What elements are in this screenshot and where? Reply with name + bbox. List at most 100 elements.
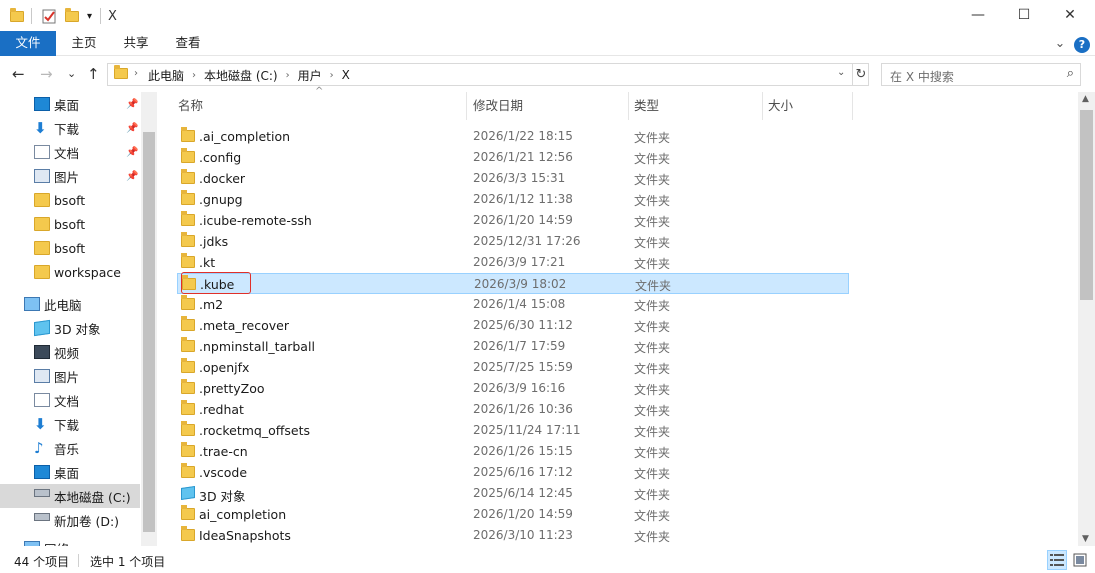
- minimize-button[interactable]: —: [955, 0, 1001, 30]
- file-date: 2025/6/14 12:45: [473, 486, 573, 500]
- file-name: .npminstall_tarball: [199, 339, 315, 354]
- folder-icon: [181, 526, 195, 541]
- file-name: ai_completion: [199, 507, 287, 522]
- table-row[interactable]: .redhat 2026/1/26 10:36 文件夹: [177, 399, 849, 420]
- picture-icon: [34, 169, 50, 183]
- table-row[interactable]: .docker 2026/3/3 15:31 文件夹: [177, 168, 849, 189]
- file-date: 2025/6/16 17:12: [473, 465, 573, 479]
- column-header-name[interactable]: 名称: [178, 92, 466, 120]
- scroll-up-icon[interactable]: ▲: [1082, 94, 1089, 104]
- sidebar-item[interactable]: bsoft: [0, 212, 140, 236]
- sidebar-item[interactable]: 文档: [0, 388, 140, 412]
- quick-access-dropdown-icon[interactable]: ▾: [87, 7, 92, 25]
- tab-home[interactable]: 主页: [62, 31, 106, 56]
- highlight-annotation: [181, 272, 251, 294]
- table-row[interactable]: .icube-remote-ssh 2026/1/20 14:59 文件夹: [177, 210, 849, 231]
- up-button[interactable]: ↑: [87, 65, 100, 83]
- scroll-thumb[interactable]: [143, 132, 155, 532]
- file-name: .meta_recover: [199, 318, 289, 333]
- sidebar-item[interactable]: 3D 对象: [0, 316, 140, 340]
- maximize-button[interactable]: ☐: [1001, 0, 1047, 30]
- sidebar-item[interactable]: 文档 📌: [0, 140, 140, 164]
- address-bar[interactable]: › 此电脑 › 本地磁盘 (C:) › 用户 › X ⌄ ↻: [107, 63, 869, 86]
- sidebar-item[interactable]: 视频: [0, 340, 140, 364]
- sidebar-item[interactable]: ⬇ 下载 📌: [0, 116, 140, 140]
- drive-icon: [34, 489, 50, 497]
- breadcrumb-local-disk[interactable]: 本地磁盘 (C:): [204, 67, 278, 84]
- sidebar-item[interactable]: 网络: [0, 536, 140, 546]
- breadcrumb-user-x[interactable]: X: [342, 68, 350, 82]
- table-row[interactable]: .prettyZoo 2026/3/9 16:16 文件夹: [177, 378, 849, 399]
- sidebar-item[interactable]: 桌面: [0, 460, 140, 484]
- column-divider[interactable]: [628, 92, 629, 120]
- table-row[interactable]: .jdks 2025/12/31 17:26 文件夹: [177, 231, 849, 252]
- forward-button[interactable]: →: [40, 65, 53, 83]
- file-date: 2025/7/25 15:59: [473, 360, 573, 374]
- sidebar-item-label: bsoft: [54, 240, 86, 256]
- new-folder-icon[interactable]: [65, 7, 79, 25]
- table-row[interactable]: IdeaSnapshots 2026/3/10 11:23 文件夹: [177, 525, 849, 546]
- folder-icon: [181, 358, 195, 373]
- navigation-scrollbar[interactable]: [141, 92, 157, 546]
- column-header-size[interactable]: 大小: [768, 92, 852, 120]
- scroll-thumb[interactable]: [1080, 110, 1093, 300]
- sidebar-item[interactable]: 桌面 📌: [0, 92, 140, 116]
- tab-share[interactable]: 共享: [114, 31, 158, 56]
- table-row[interactable]: .vscode 2025/6/16 17:12 文件夹: [177, 462, 849, 483]
- file-type: 文件夹: [634, 152, 671, 166]
- column-divider[interactable]: [762, 92, 763, 120]
- column-header-modified[interactable]: 修改日期: [473, 92, 628, 120]
- properties-icon[interactable]: [42, 7, 57, 25]
- table-row[interactable]: .meta_recover 2025/6/30 11:12 文件夹: [177, 315, 849, 336]
- download-icon: ⬇: [34, 119, 47, 137]
- tab-file[interactable]: 文件: [0, 31, 56, 56]
- sidebar-item[interactable]: 图片: [0, 364, 140, 388]
- breadcrumb-separator: ›: [134, 68, 138, 79]
- sidebar-item[interactable]: bsoft: [0, 236, 140, 260]
- breadcrumb-this-pc[interactable]: 此电脑: [148, 67, 184, 84]
- table-row[interactable]: .config 2026/1/21 12:56 文件夹: [177, 147, 849, 168]
- tab-view[interactable]: 查看: [166, 31, 210, 56]
- search-placeholder: 在 X 中搜索: [890, 70, 954, 84]
- sidebar-item[interactable]: 图片 📌: [0, 164, 140, 188]
- table-row[interactable]: .rocketmq_offsets 2025/11/24 17:11 文件夹: [177, 420, 849, 441]
- file-list-scrollbar[interactable]: ▲ ▼: [1078, 92, 1095, 546]
- column-divider[interactable]: [466, 92, 467, 120]
- details-view-icon[interactable]: [1047, 550, 1067, 570]
- breadcrumb-users[interactable]: 用户: [298, 67, 322, 84]
- sidebar-item[interactable]: 本地磁盘 (C:): [0, 484, 140, 508]
- folder-icon: [181, 211, 195, 226]
- table-row[interactable]: .npminstall_tarball 2026/1/7 17:59 文件夹: [177, 336, 849, 357]
- scroll-down-icon[interactable]: ▼: [1082, 534, 1089, 544]
- table-row[interactable]: 3D 对象 2025/6/14 12:45 文件夹: [177, 483, 849, 504]
- column-divider[interactable]: [852, 92, 853, 120]
- back-button[interactable]: ←: [12, 65, 25, 83]
- folder-icon: [34, 265, 50, 279]
- file-type: 文件夹: [634, 131, 671, 145]
- table-row[interactable]: .trae-cn 2026/1/26 15:15 文件夹: [177, 441, 849, 462]
- ribbon-collapse-icon[interactable]: ⌄: [1052, 31, 1068, 56]
- table-row[interactable]: .gnupg 2026/1/12 11:38 文件夹: [177, 189, 849, 210]
- address-dropdown-icon[interactable]: ⌄: [837, 67, 845, 78]
- table-row[interactable]: .kt 2026/3/9 17:21 文件夹: [177, 252, 849, 273]
- table-row[interactable]: .m2 2026/1/4 15:08 文件夹: [177, 294, 849, 315]
- search-input[interactable]: 在 X 中搜索 ⌕: [881, 63, 1081, 86]
- sidebar-item[interactable]: bsoft: [0, 188, 140, 212]
- sidebar-item[interactable]: ⬇ 下载: [0, 412, 140, 436]
- sidebar-item[interactable]: workspace: [0, 260, 140, 284]
- table-row[interactable]: .ai_completion 2026/1/22 18:15 文件夹: [177, 126, 849, 147]
- recent-locations-button[interactable]: ⌄: [67, 67, 76, 80]
- 3d-objects-icon: [181, 486, 195, 500]
- column-header-type[interactable]: 类型: [634, 92, 762, 120]
- large-icons-view-icon[interactable]: [1070, 550, 1090, 570]
- refresh-button[interactable]: ↻: [852, 64, 869, 85]
- table-row[interactable]: .kube 2026/3/9 18:02 文件夹: [177, 273, 849, 294]
- help-icon[interactable]: ?: [1074, 37, 1090, 53]
- sidebar-item[interactable]: 此电脑: [0, 292, 140, 316]
- file-name: .prettyZoo: [199, 381, 265, 396]
- sidebar-item[interactable]: ♪ 音乐: [0, 436, 140, 460]
- sidebar-item[interactable]: 新加卷 (D:): [0, 508, 140, 532]
- close-button[interactable]: ✕: [1047, 0, 1093, 30]
- table-row[interactable]: .openjfx 2025/7/25 15:59 文件夹: [177, 357, 849, 378]
- table-row[interactable]: ai_completion 2026/1/20 14:59 文件夹: [177, 504, 849, 525]
